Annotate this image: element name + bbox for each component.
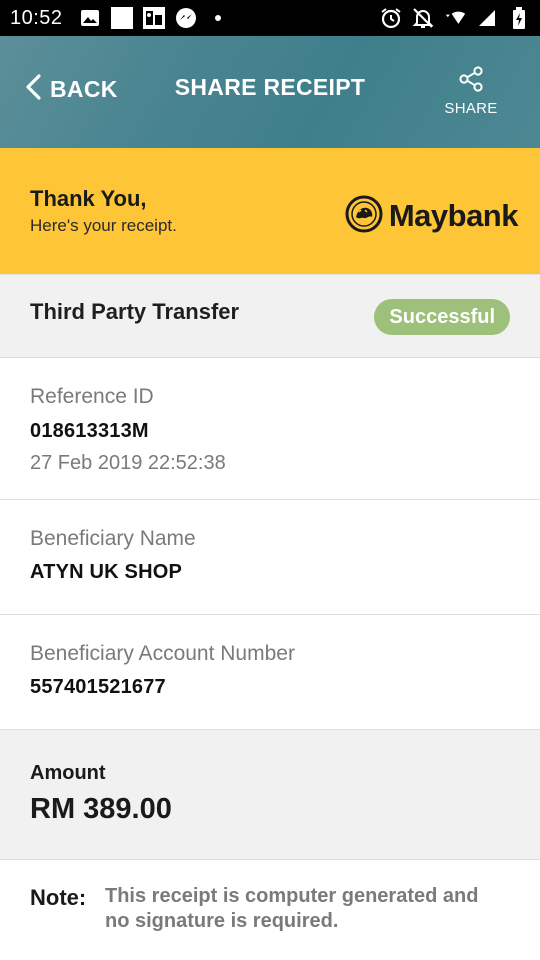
photo-app-icon <box>142 7 165 29</box>
alarm-icon <box>380 7 402 29</box>
maybank-wordmark: Maybank <box>388 198 519 233</box>
thank-you-subtitle: Here's your receipt. <box>30 216 177 235</box>
beneficiary-name-section: Beneficiary Name ATYN UK SHOP <box>0 500 540 615</box>
back-label: BACK <box>50 75 118 102</box>
notification-dot-icon <box>207 7 229 29</box>
back-button[interactable]: BACK <box>24 72 118 106</box>
status-badge: Successful <box>374 299 510 335</box>
status-time: 10:52 <box>10 6 63 29</box>
note-text: This receipt is computer generated and n… <box>105 885 479 932</box>
chevron-left-icon <box>24 73 42 105</box>
beneficiary-account-section: Beneficiary Account Number 557401521677 <box>0 615 540 730</box>
status-bar-left: 10:52 <box>10 7 229 30</box>
status-bar-right <box>380 7 530 29</box>
amount-label: Amount <box>30 762 106 784</box>
amount-value: RM 389.00 <box>30 793 172 825</box>
white-square-icon <box>110 7 133 29</box>
maybank-logo: Maybank <box>345 195 519 237</box>
beneficiary-name-label: Beneficiary Name <box>30 527 196 550</box>
beneficiary-account-value: 557401521677 <box>30 676 166 698</box>
reference-id-label: Reference ID <box>30 385 154 408</box>
amount-section: Amount RM 389.00 <box>0 730 540 860</box>
note-label: Note: <box>30 885 87 910</box>
share-label: SHARE <box>444 100 498 117</box>
image-icon <box>79 7 101 29</box>
status-bar: 10:52 <box>0 0 540 36</box>
battery-icon <box>508 7 530 29</box>
transaction-type-row: Third Party Transfer Successful <box>0 274 540 358</box>
transaction-type: Third Party Transfer <box>30 299 240 324</box>
mute-icon <box>412 7 434 29</box>
reference-section: Reference ID 018613313M 27 Feb 2019 22:5… <box>0 358 540 500</box>
tiger-emblem-icon <box>345 195 383 237</box>
thank-you-banner: Thank You, Here's your receipt. Maybank <box>0 148 540 274</box>
signal-icon <box>476 7 498 29</box>
share-icon <box>458 66 484 96</box>
app-header: BACK SHARE RECEIPT SHARE <box>0 36 540 148</box>
messenger-icon <box>175 7 197 29</box>
reference-id-value: 018613313M <box>30 420 149 442</box>
transaction-datetime: 27 Feb 2019 22:52:38 <box>30 452 226 474</box>
thank-you-title: Thank You, <box>30 186 147 211</box>
beneficiary-account-label: Beneficiary Account Number <box>30 642 295 665</box>
wifi-icon <box>444 7 466 29</box>
note-section: Note: This receipt is computer generated… <box>0 860 540 960</box>
share-button[interactable]: SHARE <box>440 66 502 117</box>
beneficiary-name-value: ATYN UK SHOP <box>30 561 183 583</box>
